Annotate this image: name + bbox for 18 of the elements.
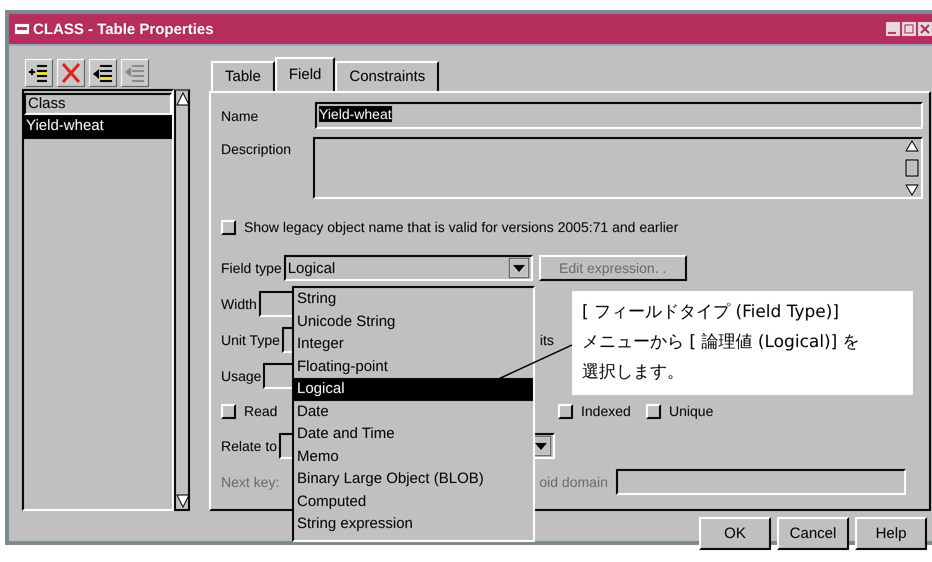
callout-text: メニューから [ 論理値 (Logical)] を bbox=[582, 331, 861, 354]
units-label: its bbox=[540, 332, 554, 348]
name-label: Name bbox=[221, 108, 258, 124]
callout-text: 選択します。 bbox=[582, 361, 685, 384]
checkbox-label: Read bbox=[244, 403, 278, 419]
oid-domain-label: oid domain bbox=[539, 474, 608, 490]
window-title: CLASS - Table Properties bbox=[33, 20, 215, 38]
description-label: Description bbox=[221, 140, 292, 157]
unit-type-label: Unit Type bbox=[221, 332, 280, 348]
checkbox-label: Indexed bbox=[581, 403, 631, 419]
width-label: Width bbox=[221, 296, 257, 312]
callout-text: [ フィールドタイプ (Field Type)] bbox=[582, 301, 840, 324]
next-key-label: Next key: bbox=[221, 474, 280, 490]
relate-to-label: Relate to bbox=[221, 438, 278, 454]
checkbox-label: Unique bbox=[669, 403, 714, 419]
legacy-name-label: Show legacy object name that is valid for versions 2005:71 and earlier bbox=[244, 219, 678, 235]
usage-label: Usage bbox=[221, 368, 262, 384]
field-type-label: Field type bbox=[221, 260, 282, 276]
